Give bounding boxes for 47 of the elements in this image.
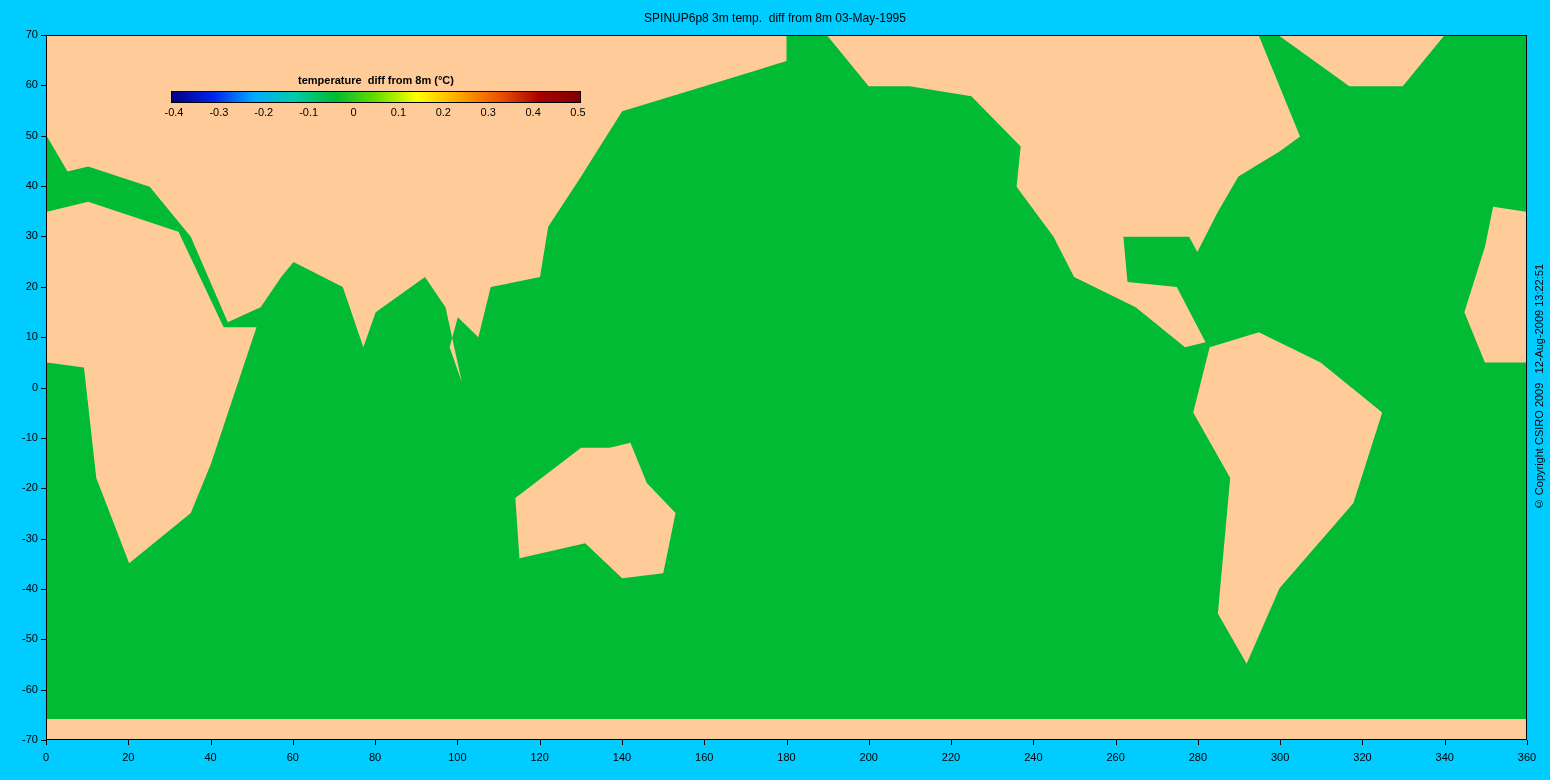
copyright-text: © Copyright CSIRO 2009 12-Aug-2009 13:22:51 [1532,264,1545,511]
x-tick-label: 100 [448,751,467,763]
y-tick-label: -70 [22,733,38,745]
colorbar-tick-label: 0.3 [480,106,496,118]
x-tick-label: 320 [1353,751,1372,763]
x-tick-label: 360 [1517,751,1537,763]
y-tick-label: 60 [25,78,38,91]
x-tick-label: 20 [122,751,135,763]
colorbar-tick-label: -0.2 [254,106,274,118]
x-tick-label: 120 [530,751,549,763]
x-tick-label: 240 [1024,751,1043,763]
plot-title: SPINUP6p8 3m temp. diff from 8m 03-May-1995 [644,10,906,25]
y-tick-label: -20 [22,481,38,494]
y-tick-label: 50 [25,128,38,141]
x-tick-label: 60 [286,751,299,763]
y-tick-label: 20 [25,279,38,292]
y-tick-label: 0 [31,380,38,393]
x-tick-label: 160 [695,751,714,763]
y-tick-label: 30 [25,229,38,242]
y-tick-label: -30 [22,531,38,544]
x-tick-label: 300 [1271,751,1290,763]
x-tick-label: 80 [369,751,382,763]
x-tick-label: 200 [859,751,878,763]
x-tick-label: 40 [204,751,217,763]
y-tick-label: 70 [25,28,38,40]
colorbar-tick-label: 0.4 [525,106,541,118]
colorbar-tick-label: -0.3 [209,106,229,118]
x-tick-label: 220 [941,751,961,763]
y-tick-label: -10 [22,430,38,443]
x-tick-label: 340 [1435,751,1454,763]
y-tick-label: -60 [22,682,38,695]
colorbar-tick-label: 0.5 [570,106,586,118]
x-tick-label: 260 [1106,751,1125,763]
x-tick-label: 280 [1188,751,1208,763]
colorbar-title: temperature diff from 8m (°C) [298,74,454,86]
y-tick-label: 10 [25,330,38,343]
colorbar-tick-label: -0.4 [164,106,184,118]
y-tick-label: -50 [22,632,38,645]
x-tick-label: 140 [612,751,632,763]
y-tick-label: 40 [25,179,38,192]
x-tick-label: 180 [777,751,796,763]
colorbar-tick-label: 0 [350,106,357,118]
colorbar-tick-label: 0.1 [390,106,407,118]
x-tick-label: 0 [42,751,50,763]
y-tick-label: -40 [22,581,38,594]
colorbar-tick-label: -0.1 [299,106,319,118]
colorbar-tick-label: 0.2 [435,106,451,118]
